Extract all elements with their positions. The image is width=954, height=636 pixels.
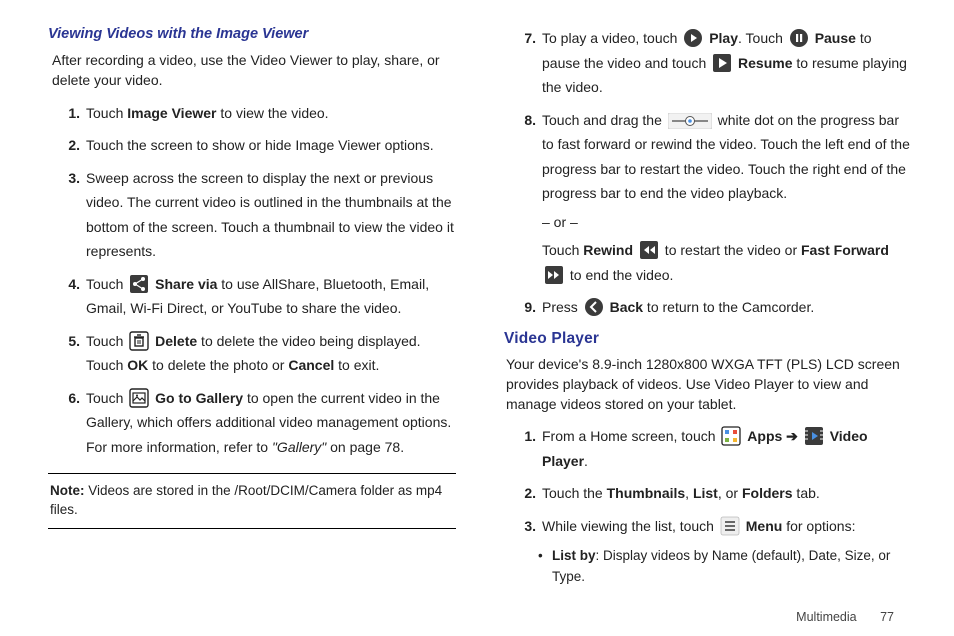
bold: Back <box>610 299 643 315</box>
text: While viewing the list, touch <box>542 518 718 534</box>
pause-icon <box>789 28 809 48</box>
step-5: Touch Delete to delete the video being d… <box>72 329 456 378</box>
bold: Delete <box>155 333 197 349</box>
text: to view the video. <box>217 105 329 121</box>
text: , <box>685 485 693 501</box>
steps-list-left: Touch Image Viewer to view the video. To… <box>48 101 456 460</box>
text: to delete the photo or <box>148 357 288 373</box>
play-icon <box>683 28 703 48</box>
text: To play a video, touch <box>542 30 681 46</box>
text: Press <box>542 299 582 315</box>
note-box: Note: Videos are stored in the /Root/DCI… <box>48 473 456 529</box>
footer-section: Multimedia <box>796 610 856 624</box>
bold: Folders <box>742 485 793 501</box>
arrow: ➔ <box>782 428 802 444</box>
bold: Cancel <box>288 357 334 373</box>
text: Touch <box>86 105 127 121</box>
fast-forward-icon <box>544 265 564 285</box>
steps-list-right: To play a video, touch Play. Touch Pause… <box>504 26 912 320</box>
text: Touch <box>86 333 127 349</box>
video-player-icon <box>804 426 824 446</box>
vp-step-1: From a Home screen, touch Apps ➔ Video P… <box>528 424 912 473</box>
text: , or <box>718 485 742 501</box>
text: Touch and drag the <box>542 112 666 128</box>
back-icon <box>584 297 604 317</box>
bold: Rewind <box>583 242 633 258</box>
text: to restart the video or <box>661 242 801 258</box>
text: . <box>584 453 588 469</box>
right-column: To play a video, touch Play. Touch Pause… <box>504 26 912 587</box>
delete-icon <box>129 331 149 351</box>
bold: Share via <box>155 276 217 292</box>
step-8-alt: Touch Rewind to restart the video or Fas… <box>542 238 912 287</box>
bold: Fast Forward <box>801 242 889 258</box>
page-body: Viewing Videos with the Image Viewer Aft… <box>0 0 954 597</box>
bold: Thumbnails <box>607 485 686 501</box>
left-column: Viewing Videos with the Image Viewer Aft… <box>48 26 456 587</box>
step-8: Touch and drag the white dot on the prog… <box>528 108 912 288</box>
page-footer: Multimedia 77 <box>796 610 894 624</box>
progress-slider-icon <box>668 111 712 131</box>
section-intro: Your device's 8.9-inch 1280x800 WXGA TFT… <box>506 354 912 415</box>
video-player-steps: From a Home screen, touch Apps ➔ Video P… <box>504 424 912 538</box>
bullet-list-by: List by: Display videos by Name (default… <box>542 546 912 587</box>
bold: Go to Gallery <box>155 390 243 406</box>
text: Touch <box>86 390 127 406</box>
menu-icon <box>720 516 740 536</box>
share-icon <box>129 274 149 294</box>
bold: List <box>693 485 718 501</box>
intro-text: After recording a video, use the Video V… <box>52 50 456 91</box>
bold: Image Viewer <box>127 105 216 121</box>
text: Touch the <box>542 485 607 501</box>
text: tab. <box>793 485 820 501</box>
text: From a Home screen, touch <box>542 428 719 444</box>
text: : Display videos by Name (default), Date… <box>552 548 890 583</box>
footer-page-number: 77 <box>880 610 894 624</box>
resume-icon <box>712 53 732 73</box>
apps-icon <box>721 426 741 446</box>
section-heading: Video Player <box>504 330 912 348</box>
step-6: Touch Go to Gallery to open the current … <box>72 386 456 460</box>
note-text: Videos are stored in the /Root/DCIM/Came… <box>50 483 442 517</box>
rewind-icon <box>639 240 659 260</box>
step-7: To play a video, touch Play. Touch Pause… <box>528 26 912 100</box>
italic: "Gallery" <box>272 439 326 455</box>
subsection-heading: Viewing Videos with the Image Viewer <box>48 26 456 42</box>
text: Touch <box>542 242 583 258</box>
bold: Menu <box>746 518 783 534</box>
bold: List by <box>552 548 596 563</box>
step-1: Touch Image Viewer to view the video. <box>72 101 456 126</box>
step-3: Sweep across the screen to display the n… <box>72 166 456 264</box>
bold: Pause <box>815 30 856 46</box>
text: on page 78. <box>326 439 404 455</box>
vp-step-3: While viewing the list, touch Menu for o… <box>528 514 912 539</box>
gallery-icon <box>129 388 149 408</box>
step-2: Touch the screen to show or hide Image V… <box>72 133 456 158</box>
text: to return to the Camcorder. <box>643 299 814 315</box>
or-divider: – or – <box>542 210 912 235</box>
text: Touch <box>86 276 127 292</box>
bold: OK <box>127 357 148 373</box>
text: to end the video. <box>566 267 673 283</box>
bold: Play <box>709 30 738 46</box>
vp-step-2: Touch the Thumbnails, List, or Folders t… <box>528 481 912 506</box>
text: for options: <box>782 518 855 534</box>
step-4: Touch Share via to use AllShare, Bluetoo… <box>72 272 456 321</box>
step-9: Press Back to return to the Camcorder. <box>528 295 912 320</box>
note-label: Note: <box>50 483 85 498</box>
text: . Touch <box>738 30 787 46</box>
bold: Resume <box>738 55 792 71</box>
bold: Apps <box>747 428 782 444</box>
text: to exit. <box>334 357 379 373</box>
